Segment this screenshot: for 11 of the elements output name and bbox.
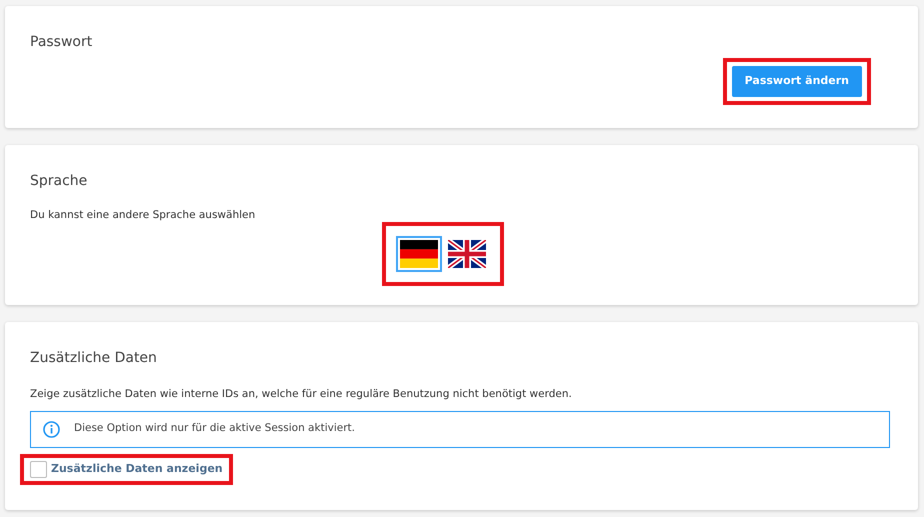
change-password-button[interactable]: Passwort ändern (732, 66, 862, 97)
info-icon (43, 420, 60, 438)
section-title: Zusätzliche Daten (30, 350, 158, 367)
checkbox[interactable] (30, 460, 47, 478)
language-flag-button[interactable] (396, 236, 442, 272)
description-text: Du kannst eine andere Sprache auswählen (30, 208, 256, 223)
info-text: Diese Option wird nur für die aktive Session aktiviert. (74, 421, 355, 436)
section-title: Passwort (30, 34, 94, 51)
description-text: Zeige zusätzliche Daten wie interne IDs an, welche für eine reguläre Benutzung nicht benötigt werden. (30, 386, 573, 402)
section-title: Sprache (30, 173, 88, 190)
checkbox-label[interactable]: Zusätzliche Daten anzeigen (51, 460, 223, 478)
